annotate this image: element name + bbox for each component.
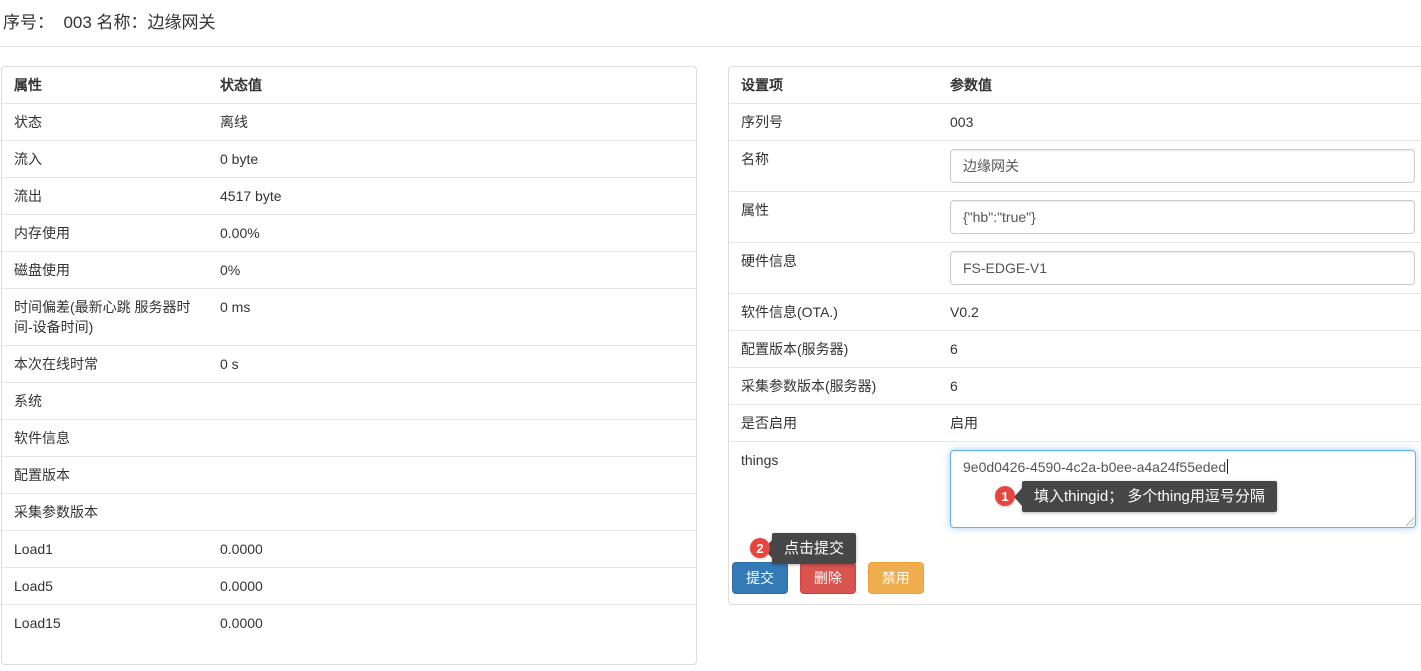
- table-header-row: 属性 状态值: [2, 67, 696, 104]
- row-label: 采集参数版本(服务器): [729, 368, 938, 405]
- table-row: 系统: [2, 383, 696, 420]
- table-row: 状态 离线: [2, 104, 696, 141]
- things-textarea-value: 9e0d0426-4590-4c2a-b0ee-a4a24f55eded: [963, 459, 1226, 475]
- hardware-input[interactable]: [950, 251, 1415, 285]
- page-title: 序号： 003 名称：边缘网关: [3, 8, 216, 33]
- table-row: 配置版本(服务器) 6: [729, 331, 1421, 368]
- table-row: 内存使用 0.00%: [2, 215, 696, 252]
- attributes-input[interactable]: [950, 200, 1415, 234]
- row-label: 序列号: [729, 104, 938, 141]
- row-label: Load5: [2, 568, 208, 605]
- table-row: 软件信息(OTA.) V0.2: [729, 294, 1421, 331]
- table-row: Load1 0.0000: [2, 531, 696, 568]
- table-header-row: 设置项 参数值: [729, 67, 1421, 104]
- device-settings-panel: 设置项 参数值 序列号 003 名称 属性 硬件信息: [728, 66, 1421, 605]
- annotation-tooltip-1: 填入thingid； 多个thing用逗号分隔: [1022, 481, 1277, 512]
- delete-button[interactable]: 删除: [800, 562, 856, 594]
- row-value: [208, 383, 696, 420]
- row-label: 流入: [2, 141, 208, 178]
- submit-button[interactable]: 提交: [732, 562, 788, 594]
- row-label: 内存使用: [2, 215, 208, 252]
- row-value: 0.0000: [208, 531, 696, 568]
- software-version-value: V0.2: [938, 294, 1421, 331]
- table-row: 采集参数版本: [2, 494, 696, 531]
- status-col-value-header: 状态值: [208, 67, 696, 104]
- resize-handle-icon[interactable]: [1404, 516, 1414, 526]
- row-label: things: [729, 442, 938, 537]
- table-row: 流出 4517 byte: [2, 178, 696, 215]
- table-row: 时间偏差(最新心跳 服务器时间-设备时间) 0 ms: [2, 289, 696, 346]
- table-row: 磁盘使用 0%: [2, 252, 696, 289]
- table-row: 属性: [729, 192, 1421, 243]
- serial-number-value: 003: [938, 104, 1421, 141]
- row-value: [208, 494, 696, 531]
- row-label: 是否启用: [729, 405, 938, 442]
- row-label: 流出: [2, 178, 208, 215]
- table-row: 序列号 003: [729, 104, 1421, 141]
- table-row: 流入 0 byte: [2, 141, 696, 178]
- row-value: 0.00%: [208, 215, 696, 252]
- collect-version-value: 6: [938, 368, 1421, 405]
- device-settings-table: 设置项 参数值 序列号 003 名称 属性 硬件信息: [729, 67, 1421, 536]
- row-label: 磁盘使用: [2, 252, 208, 289]
- row-label: 配置版本: [2, 457, 208, 494]
- row-label: 硬件信息: [729, 243, 938, 294]
- device-status-panel: 属性 状态值 状态 离线 流入 0 byte 流出 4517 byte 内存使用…: [1, 66, 697, 665]
- row-value: 4517 byte: [208, 178, 696, 215]
- row-value: 0%: [208, 252, 696, 289]
- row-value: [208, 420, 696, 457]
- table-row: 配置版本: [2, 457, 696, 494]
- row-label: 名称: [729, 141, 938, 192]
- settings-col-value-header: 参数值: [938, 67, 1421, 104]
- row-label: 软件信息: [2, 420, 208, 457]
- table-row: 本次在线时常 0 s: [2, 346, 696, 383]
- status-col-attribute-header: 属性: [2, 67, 208, 104]
- row-label: 配置版本(服务器): [729, 331, 938, 368]
- device-status-table: 属性 状态值 状态 离线 流入 0 byte 流出 4517 byte 内存使用…: [2, 67, 696, 641]
- config-version-value: 6: [938, 331, 1421, 368]
- table-row: 采集参数版本(服务器) 6: [729, 368, 1421, 405]
- title-divider: [0, 46, 1421, 47]
- annotation-tooltip-2: 点击提交: [772, 533, 856, 564]
- row-label: 状态: [2, 104, 208, 141]
- row-label: 本次在线时常: [2, 346, 208, 383]
- enabled-value: 启用: [938, 405, 1421, 442]
- row-label: 系统: [2, 383, 208, 420]
- disable-button[interactable]: 禁用: [868, 562, 924, 594]
- table-row: Load5 0.0000: [2, 568, 696, 605]
- table-row: 是否启用 启用: [729, 405, 1421, 442]
- row-value: 0.0000: [208, 605, 696, 642]
- row-label: 采集参数版本: [2, 494, 208, 531]
- table-row: 软件信息: [2, 420, 696, 457]
- table-row: 硬件信息: [729, 243, 1421, 294]
- row-value: 0.0000: [208, 568, 696, 605]
- row-label: Load15: [2, 605, 208, 642]
- text-caret: [1227, 459, 1228, 474]
- name-input[interactable]: [950, 149, 1415, 183]
- row-label: 软件信息(OTA.): [729, 294, 938, 331]
- row-value: 离线: [208, 104, 696, 141]
- row-label: Load1: [2, 531, 208, 568]
- row-value: 0 s: [208, 346, 696, 383]
- table-row: Load15 0.0000: [2, 605, 696, 642]
- settings-col-setting-header: 设置项: [729, 67, 938, 104]
- row-label: 属性: [729, 192, 938, 243]
- annotation-badge-2: 2: [750, 538, 770, 558]
- row-value: [208, 457, 696, 494]
- row-label: 时间偏差(最新心跳 服务器时间-设备时间): [2, 289, 208, 346]
- annotation-badge-1: 1: [995, 486, 1015, 506]
- row-value: 0 byte: [208, 141, 696, 178]
- row-value: 0 ms: [208, 289, 696, 346]
- table-row: 名称: [729, 141, 1421, 192]
- action-button-row: 提交 删除 禁用: [732, 562, 1421, 594]
